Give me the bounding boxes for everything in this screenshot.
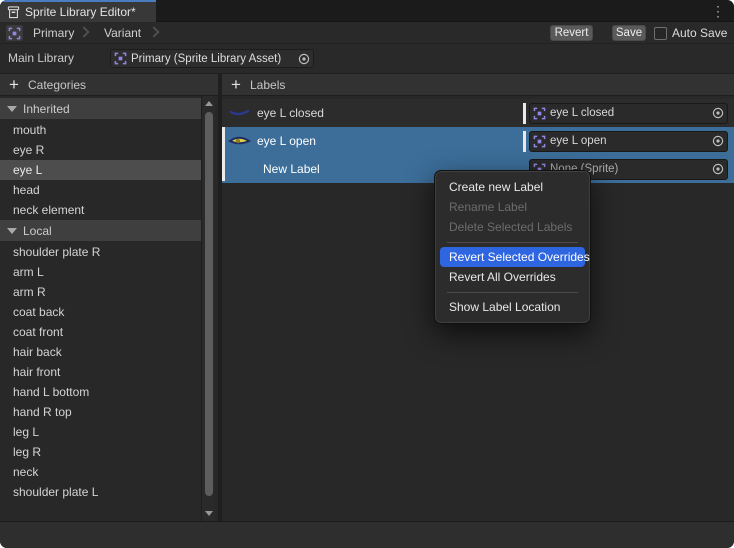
category-item[interactable]: shoulder plate L [0, 482, 201, 502]
main-library-object-field[interactable]: Primary (Sprite Library Asset) [110, 49, 314, 68]
sprite-library-asset-icon [114, 52, 127, 65]
category-section-header[interactable]: Local [0, 220, 201, 241]
label-row[interactable]: eye L open eye L open [222, 127, 734, 155]
sprite-library-asset-icon [8, 27, 21, 40]
category-section-header[interactable]: Inherited [0, 98, 201, 119]
sprite-library-editor-window: Sprite Library Editor* ⋮ Primary Variant… [0, 0, 734, 548]
selection-override-bar [222, 127, 225, 181]
category-item[interactable]: hair back [0, 342, 201, 362]
object-picker-icon[interactable] [710, 162, 725, 177]
menu-item-revert-all-overrides[interactable]: Revert All Overrides [435, 267, 590, 287]
categories-scrollbar[interactable] [201, 96, 215, 521]
category-item[interactable]: coat back [0, 302, 201, 322]
save-button[interactable]: Save [612, 25, 646, 41]
scroll-up-icon[interactable] [205, 101, 213, 106]
auto-save-label: Auto Save [672, 22, 727, 44]
breadcrumb-chevron-icon [78, 26, 89, 37]
label-row[interactable]: eye L closed eye L closed [222, 99, 734, 127]
category-item[interactable]: mouth [0, 120, 201, 140]
sprite-object-field[interactable]: eye L closed [529, 103, 728, 124]
override-indicator-bar [523, 131, 526, 152]
breadcrumb-chevron-icon [148, 26, 159, 37]
object-picker-icon[interactable] [296, 51, 311, 66]
categories-panel: Inherited moutheye Reye Lheadneck element… [0, 96, 218, 521]
category-item[interactable]: leg L [0, 422, 201, 442]
category-item[interactable]: leg R [0, 442, 201, 462]
menu-item-delete-selected-labels: Delete Selected Labels [435, 217, 590, 237]
category-item[interactable]: arm R [0, 282, 201, 302]
menu-item-show-label-location[interactable]: Show Label Location [435, 297, 590, 317]
category-item[interactable]: shoulder plate R [0, 242, 201, 262]
category-item[interactable]: head [0, 180, 201, 200]
label-name: eye L open [257, 134, 316, 148]
menu-item-rename-label: Rename Label [435, 197, 590, 217]
label-name: eye L closed [257, 106, 324, 120]
labels-header: Labels [250, 74, 285, 97]
add-category-button[interactable]: + [6, 74, 22, 97]
window-menu-icon[interactable]: ⋮ [711, 1, 725, 21]
tab-bar: Sprite Library Editor* ⋮ [0, 0, 734, 22]
scroll-down-icon[interactable] [205, 511, 213, 516]
panel-headers: + Categories + Labels [0, 73, 734, 96]
breadcrumb-root-icon[interactable] [6, 25, 23, 41]
category-item[interactable]: eye R [0, 140, 201, 160]
menu-separator [447, 242, 578, 243]
main-library-label: Main Library [8, 44, 74, 73]
foldout-triangle-icon [7, 106, 17, 112]
sprite-field-value: eye L open [550, 135, 710, 147]
tab-title: Sprite Library Editor* [25, 5, 136, 19]
category-item[interactable]: hand L bottom [0, 382, 201, 402]
tab-sprite-library-editor[interactable]: Sprite Library Editor* [0, 0, 156, 22]
sprite-object-field[interactable]: eye L open [529, 131, 728, 152]
eye-closed-sprite-thumbnail [228, 104, 251, 121]
main-library-row: Main Library Primary (Sprite Library Ass… [0, 44, 734, 73]
menu-separator [447, 292, 578, 293]
category-item[interactable]: coat front [0, 322, 201, 342]
revert-button[interactable]: Revert [550, 25, 593, 41]
categories-list: Inherited moutheye Reye Lheadneck element… [0, 98, 201, 502]
category-section-label: Local [23, 224, 52, 238]
category-item[interactable]: neck [0, 462, 201, 482]
category-item[interactable]: eye L [0, 160, 201, 180]
sprite-icon [533, 107, 546, 120]
category-item[interactable]: neck element [0, 200, 201, 220]
category-section-label: Inherited [23, 102, 70, 116]
sprite-icon [533, 135, 546, 148]
category-item[interactable]: hair front [0, 362, 201, 382]
menu-item-revert-selected-overrides[interactable]: Revert Selected Overrides [440, 247, 585, 267]
sprite-library-window-icon [7, 6, 20, 19]
category-item[interactable]: arm L [0, 262, 201, 282]
context-menu: Create new LabelRename LabelDelete Selec… [434, 170, 591, 324]
toolbar: Primary Variant Revert Save Auto Save [0, 22, 734, 44]
category-item[interactable]: hand R top [0, 402, 201, 422]
label-name: New Label [263, 162, 320, 176]
sprite-field-value: eye L closed [550, 107, 710, 119]
bottom-bar [0, 521, 734, 548]
foldout-triangle-icon [7, 228, 17, 234]
auto-save-checkbox[interactable] [654, 27, 667, 40]
add-label-button[interactable]: + [228, 74, 244, 97]
breadcrumb-variant[interactable]: Variant [104, 22, 141, 44]
categories-header: Categories [28, 74, 86, 97]
breadcrumb-primary[interactable]: Primary [33, 22, 74, 44]
override-indicator-bar [523, 103, 526, 124]
object-picker-icon[interactable] [710, 134, 725, 149]
menu-item-create-new-label[interactable]: Create new Label [435, 177, 590, 197]
object-picker-icon[interactable] [710, 106, 725, 121]
main-library-value: Primary (Sprite Library Asset) [131, 53, 296, 65]
scrollbar-thumb[interactable] [205, 112, 213, 496]
eye-open-sprite-thumbnail [228, 132, 251, 149]
